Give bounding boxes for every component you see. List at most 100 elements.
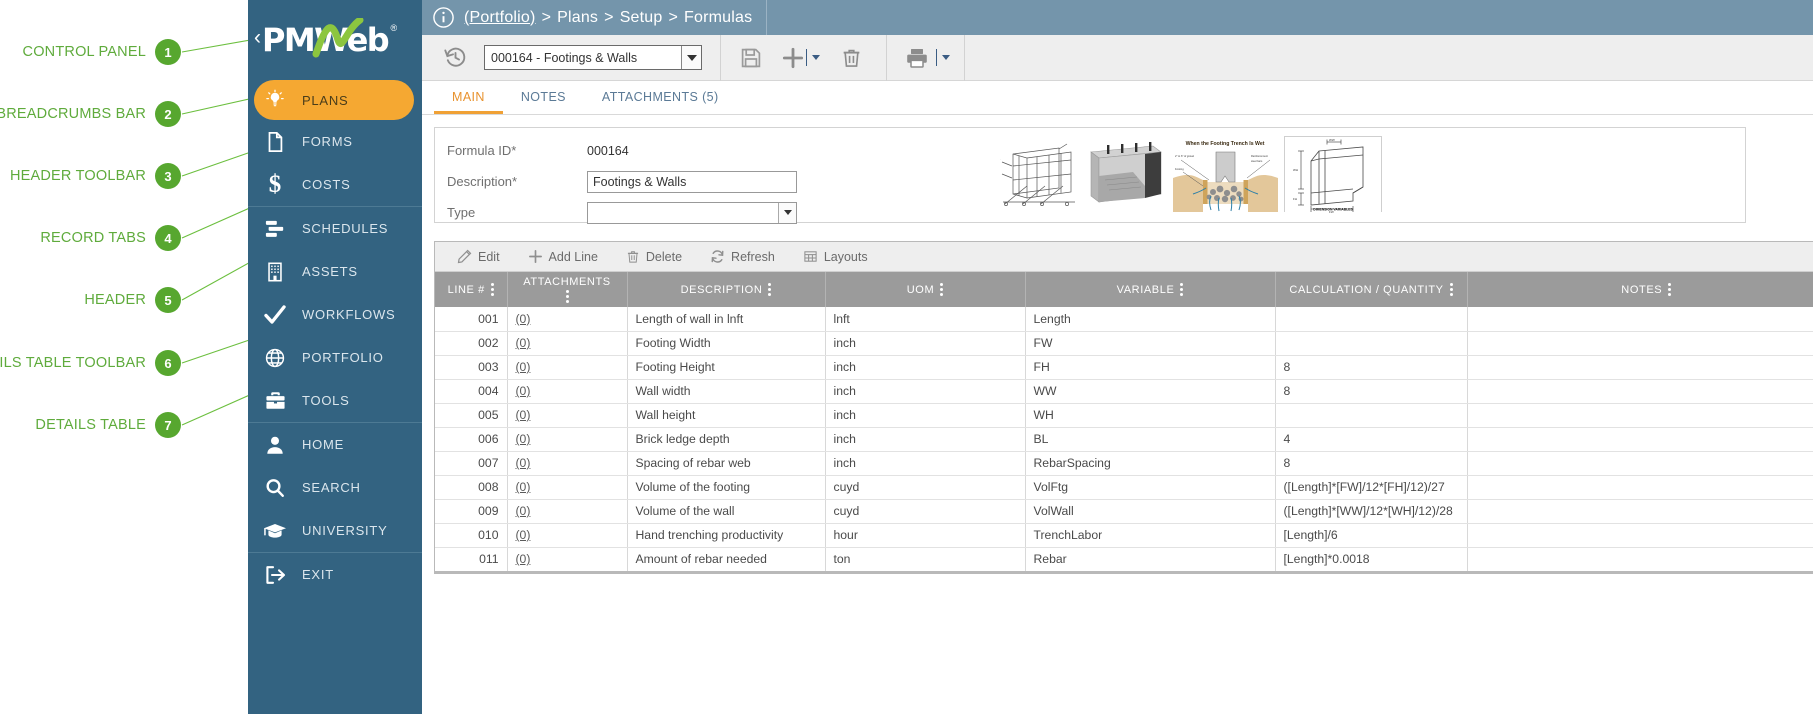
delete-button[interactable] [830,37,872,79]
table-row[interactable]: 008(0)Volume of the footingcuydVolFtg([L… [435,475,1813,499]
column-header-uom[interactable]: UOM [825,272,1025,307]
info-circle-icon[interactable] [422,6,464,29]
column-menu-icon[interactable] [768,283,771,296]
tab-attachments[interactable]: ATTACHMENTS (5) [584,81,737,114]
caret-down-icon[interactable] [812,55,820,60]
add-line-button[interactable]: Add Line [528,249,598,264]
toolbar-separator [886,35,887,81]
cell-description: Footing Width [627,331,825,355]
tab-main[interactable]: MAIN [434,81,503,114]
table-row[interactable]: 007(0)Spacing of rebar webinchRebarSpaci… [435,451,1813,475]
attachments-link[interactable]: (0) [516,456,531,470]
caret-down-icon[interactable] [778,203,796,223]
column-header-notes[interactable]: NOTES [1467,272,1813,307]
cell-attachments[interactable]: (0) [507,475,627,499]
attachments-link[interactable]: (0) [516,408,531,422]
column-menu-icon[interactable] [1668,283,1671,296]
magnifier-icon [262,475,288,501]
delete-button[interactable]: Delete [626,249,682,264]
sidebar-item-home[interactable]: HOME [248,423,422,466]
column-menu-icon[interactable] [940,283,943,296]
cell-attachments[interactable]: (0) [507,451,627,475]
formwork-diagram-thumbnail[interactable]: . [997,136,1079,212]
sidebar-item-exit[interactable]: EXIT [248,553,422,596]
sidebar-item-schedules[interactable]: SCHEDULES [248,207,422,250]
record-tabs: MAIN NOTES ATTACHMENTS (5) [422,81,1813,115]
print-button[interactable] [896,37,938,79]
breadcrumb-root-link[interactable]: (Portfolio) [464,9,536,27]
cell-attachments[interactable]: (0) [507,523,627,547]
layouts-button[interactable]: Layouts [803,249,868,264]
cell-attachments[interactable]: (0) [507,307,627,331]
table-row[interactable]: 003(0)Footing HeightinchFH8 [435,355,1813,379]
sidebar-item-assets[interactable]: ASSETS [248,250,422,293]
column-menu-icon[interactable] [566,290,569,303]
sidebar-item-label: PLANS [302,93,348,108]
save-button[interactable] [730,37,772,79]
sidebar-item-search[interactable]: SEARCH [248,466,422,509]
column-label: DESCRIPTION [681,284,763,296]
table-row[interactable]: 004(0)Wall widthinchWW8 [435,379,1813,403]
breadcrumb-item-plans[interactable]: Plans [557,9,598,27]
attachments-link[interactable]: (0) [516,432,531,446]
column-header-line[interactable]: LINE # [435,272,507,307]
cell-attachments[interactable]: (0) [507,355,627,379]
wet-footing-trench-thumbnail[interactable]: When the Footing Trench Is Wet [1173,136,1278,212]
sidebar-item-plans[interactable]: PLANS [254,80,414,120]
record-select-value: 000164 - Footings & Walls [491,51,637,65]
caret-down-icon[interactable] [942,55,950,60]
sidebar-item-university[interactable]: UNIVERSITY [248,509,422,552]
edit-button[interactable]: Edit [457,249,500,264]
cell-description: Length of wall in lnft [627,307,825,331]
breadcrumb-item-setup[interactable]: Setup [620,9,663,27]
attachments-link[interactable]: (0) [516,360,531,374]
dimension-variables-thumbnail[interactable]: WH FH WW FW DIMENSION VARIABLES [1284,136,1382,212]
cell-attachments[interactable]: (0) [507,403,627,427]
table-row[interactable]: 006(0)Brick ledge depthinchBL4 [435,427,1813,451]
column-header-attachments[interactable]: ATTACHMENTS [507,272,627,307]
cell-attachments[interactable]: (0) [507,427,627,451]
description-input[interactable]: Footings & Walls [587,171,797,193]
column-header-description[interactable]: DESCRIPTION [627,272,825,307]
column-header-calculation[interactable]: CALCULATION / QUANTITY [1275,272,1467,307]
chevron-left-icon[interactable]: ‹ [254,26,261,50]
sidebar-item-forms[interactable]: FORMS [248,120,422,163]
sidebar-item-tools[interactable]: TOOLS [248,379,422,422]
cell-attachments[interactable]: (0) [507,379,627,403]
attachments-link[interactable]: (0) [516,384,531,398]
type-select[interactable] [587,202,797,224]
cell-variable: WH [1025,403,1275,427]
refresh-button[interactable]: Refresh [710,249,775,264]
column-menu-icon[interactable] [1180,283,1183,296]
attachments-link[interactable]: (0) [516,480,531,494]
sidebar-item-costs[interactable]: $ COSTS [248,163,422,206]
attachments-link[interactable]: (0) [516,312,531,326]
attachments-link[interactable]: (0) [516,504,531,518]
svg-text:steel bars: steel bars [1251,159,1263,163]
table-row[interactable]: 001(0)Length of wall in lnftlnftLength [435,307,1813,331]
concrete-wall-3d-thumbnail[interactable] [1085,136,1167,212]
record-select[interactable]: 000164 - Footings & Walls [484,45,702,70]
sidebar-item-workflows[interactable]: WORKFLOWS [248,293,422,336]
grid-layout-icon [803,249,818,264]
table-row[interactable]: 005(0)Wall heightinchWH [435,403,1813,427]
sidebar-item-portfolio[interactable]: PORTFOLIO [248,336,422,379]
attachments-link[interactable]: (0) [516,528,531,542]
attachments-link[interactable]: (0) [516,552,531,566]
table-row[interactable]: 009(0)Volume of the wallcuydVolWall([Len… [435,499,1813,523]
attachments-link[interactable]: (0) [516,336,531,350]
cell-attachments[interactable]: (0) [507,331,627,355]
cell-attachments[interactable]: (0) [507,499,627,523]
column-header-variable[interactable]: VARIABLE [1025,272,1275,307]
cell-attachments[interactable]: (0) [507,547,627,571]
table-row[interactable]: 002(0)Footing WidthinchFW [435,331,1813,355]
breadcrumb-item-formulas[interactable]: Formulas [684,9,752,27]
table-row[interactable]: 011(0)Amount of rebar neededtonRebar[Len… [435,547,1813,571]
caret-down-icon[interactable] [681,46,701,69]
tab-label: ATTACHMENTS (5) [602,90,719,104]
history-revert-icon[interactable] [434,37,476,79]
table-row[interactable]: 010(0)Hand trenching productivityhourTre… [435,523,1813,547]
tab-notes[interactable]: NOTES [503,81,584,114]
column-menu-icon[interactable] [1450,283,1453,296]
column-menu-icon[interactable] [491,283,494,296]
